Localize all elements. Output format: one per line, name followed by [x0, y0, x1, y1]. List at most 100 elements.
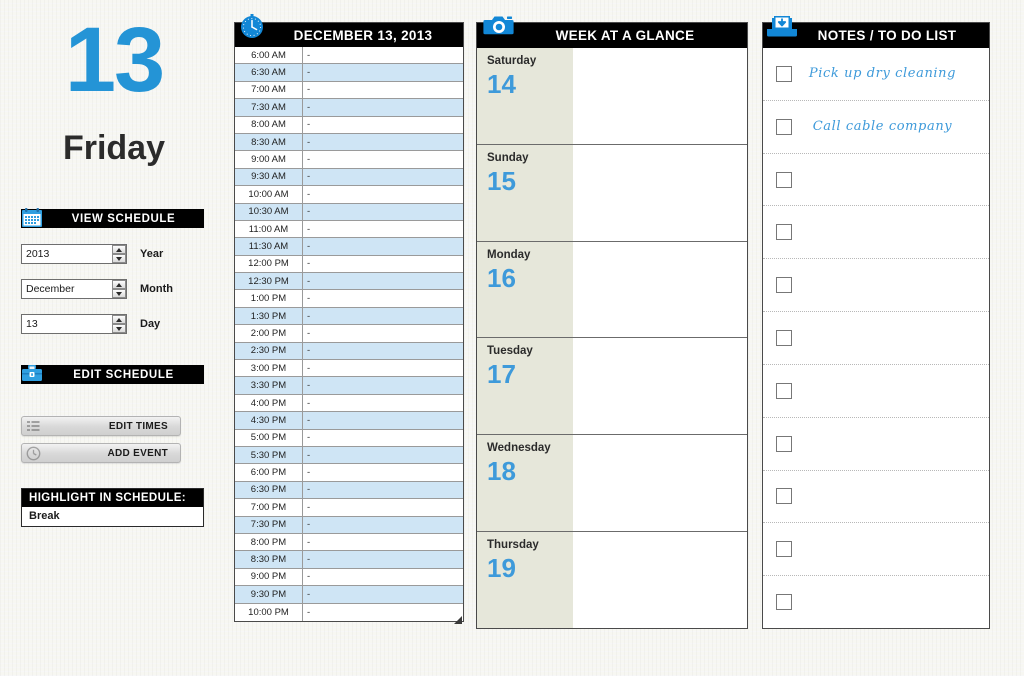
schedule-row-value[interactable]: -	[303, 64, 463, 80]
schedule-row[interactable]: 4:30 PM -	[235, 412, 463, 430]
year-spinner-down[interactable]	[112, 254, 126, 263]
schedule-row-value[interactable]: -	[303, 151, 463, 167]
schedule-row[interactable]: 10:30 AM -	[235, 203, 463, 221]
todo-checkbox[interactable]	[776, 594, 792, 611]
edit-times-button[interactable]: EDIT TIMES	[21, 416, 181, 436]
todo-checkbox[interactable]	[776, 277, 792, 294]
schedule-row[interactable]: 10:00 PM -	[235, 603, 463, 621]
schedule-row[interactable]: 6:00 AM -	[235, 47, 463, 65]
schedule-row[interactable]: 12:00 PM -	[235, 255, 463, 274]
schedule-row[interactable]: 9:30 AM -	[235, 168, 463, 187]
week-day-notes[interactable]	[573, 532, 747, 628]
schedule-row[interactable]: 9:30 PM -	[235, 586, 463, 604]
todo-text[interactable]: Call cable company	[792, 119, 983, 134]
day-spinner-up[interactable]	[112, 315, 126, 324]
schedule-row[interactable]: 1:00 PM -	[235, 290, 463, 308]
todo-checkbox[interactable]	[776, 118, 792, 135]
schedule-row-value[interactable]: -	[303, 256, 463, 272]
schedule-row[interactable]: 6:30 PM -	[235, 481, 463, 500]
schedule-row-value[interactable]: -	[303, 238, 463, 254]
week-day-notes[interactable]	[573, 338, 747, 435]
month-input[interactable]	[22, 280, 108, 298]
schedule-row-value[interactable]: -	[303, 47, 463, 63]
schedule-row[interactable]: 5:30 PM -	[235, 446, 463, 465]
schedule-row[interactable]: 11:30 AM -	[235, 238, 463, 256]
schedule-row[interactable]: 10:00 AM -	[235, 186, 463, 204]
schedule-row[interactable]: 8:00 PM -	[235, 533, 463, 552]
schedule-row[interactable]: 7:00 PM -	[235, 499, 463, 517]
schedule-row[interactable]: 2:30 PM -	[235, 342, 463, 361]
day-input[interactable]	[22, 315, 108, 333]
schedule-row[interactable]: 5:00 PM -	[235, 429, 463, 447]
schedule-row-value[interactable]: -	[303, 117, 463, 133]
schedule-row-value[interactable]: -	[303, 586, 463, 602]
year-input-wrapper[interactable]	[21, 244, 127, 264]
todo-checkbox[interactable]	[776, 329, 792, 346]
add-event-button[interactable]: ADD EVENT	[21, 443, 181, 463]
highlight-value[interactable]: Break	[22, 507, 203, 526]
schedule-row[interactable]: 11:00 AM -	[235, 220, 463, 239]
day-input-wrapper[interactable]	[21, 314, 127, 334]
schedule-row[interactable]: 7:30 PM -	[235, 516, 463, 534]
todo-text[interactable]: Pick up dry cleaning	[792, 66, 983, 81]
schedule-row-value[interactable]: -	[303, 534, 463, 550]
schedule-row-value[interactable]: -	[303, 273, 463, 289]
schedule-row-value[interactable]: -	[303, 169, 463, 185]
schedule-row-value[interactable]: -	[303, 551, 463, 567]
schedule-row[interactable]: 12:30 PM -	[235, 273, 463, 291]
week-day-notes[interactable]	[573, 48, 747, 144]
schedule-row-value[interactable]: -	[303, 308, 463, 324]
year-input[interactable]	[22, 245, 108, 263]
week-day-notes[interactable]	[573, 144, 747, 241]
schedule-row-value[interactable]: -	[303, 412, 463, 428]
schedule-row-value[interactable]: -	[303, 325, 463, 341]
todo-checkbox[interactable]	[776, 224, 792, 241]
schedule-row-value[interactable]: -	[303, 517, 463, 533]
schedule-row[interactable]: 8:30 PM -	[235, 551, 463, 569]
schedule-row[interactable]: 9:00 AM -	[235, 151, 463, 169]
todo-checkbox[interactable]	[776, 541, 792, 558]
schedule-row-value[interactable]: -	[303, 186, 463, 202]
schedule-row-value[interactable]: -	[303, 499, 463, 515]
schedule-row[interactable]: 3:00 PM -	[235, 360, 463, 378]
schedule-row[interactable]: 8:00 AM -	[235, 116, 463, 134]
day-spinner[interactable]	[112, 315, 126, 333]
schedule-row-value[interactable]: -	[303, 221, 463, 237]
schedule-row[interactable]: 7:30 AM -	[235, 99, 463, 117]
week-day-notes[interactable]	[573, 241, 747, 338]
schedule-row[interactable]: 8:30 AM -	[235, 133, 463, 152]
resize-handle-icon[interactable]	[453, 611, 462, 624]
todo-checkbox[interactable]	[776, 382, 792, 399]
schedule-row-value[interactable]: -	[303, 290, 463, 306]
schedule-row[interactable]: 6:00 PM -	[235, 464, 463, 482]
month-spinner[interactable]	[112, 280, 126, 298]
year-spinner-up[interactable]	[112, 245, 126, 254]
schedule-row-value[interactable]: -	[303, 569, 463, 585]
schedule-row-value[interactable]: -	[303, 204, 463, 220]
todo-checkbox[interactable]	[776, 435, 792, 452]
year-spinner[interactable]	[112, 245, 126, 263]
schedule-row[interactable]: 3:30 PM -	[235, 377, 463, 395]
schedule-row[interactable]: 9:00 PM -	[235, 568, 463, 587]
schedule-row-value[interactable]: -	[303, 464, 463, 480]
month-spinner-down[interactable]	[112, 289, 126, 298]
schedule-row[interactable]: 7:00 AM -	[235, 81, 463, 100]
schedule-row[interactable]: 4:00 PM -	[235, 394, 463, 413]
schedule-row-value[interactable]: -	[303, 99, 463, 115]
schedule-row-value[interactable]: -	[303, 134, 463, 150]
todo-checkbox[interactable]	[776, 65, 792, 82]
week-day-notes[interactable]	[573, 435, 747, 532]
month-spinner-up[interactable]	[112, 280, 126, 289]
schedule-row-value[interactable]: -	[303, 82, 463, 98]
schedule-row[interactable]: 1:30 PM -	[235, 307, 463, 326]
schedule-row-value[interactable]: -	[303, 360, 463, 376]
schedule-row-value[interactable]: -	[303, 604, 463, 621]
schedule-row-value[interactable]: -	[303, 482, 463, 498]
schedule-row-value[interactable]: -	[303, 395, 463, 411]
todo-checkbox[interactable]	[776, 171, 792, 188]
schedule-row-value[interactable]: -	[303, 377, 463, 393]
schedule-row[interactable]: 6:30 AM -	[235, 64, 463, 82]
day-spinner-down[interactable]	[112, 324, 126, 333]
schedule-row-value[interactable]: -	[303, 430, 463, 446]
schedule-row[interactable]: 2:00 PM -	[235, 325, 463, 343]
